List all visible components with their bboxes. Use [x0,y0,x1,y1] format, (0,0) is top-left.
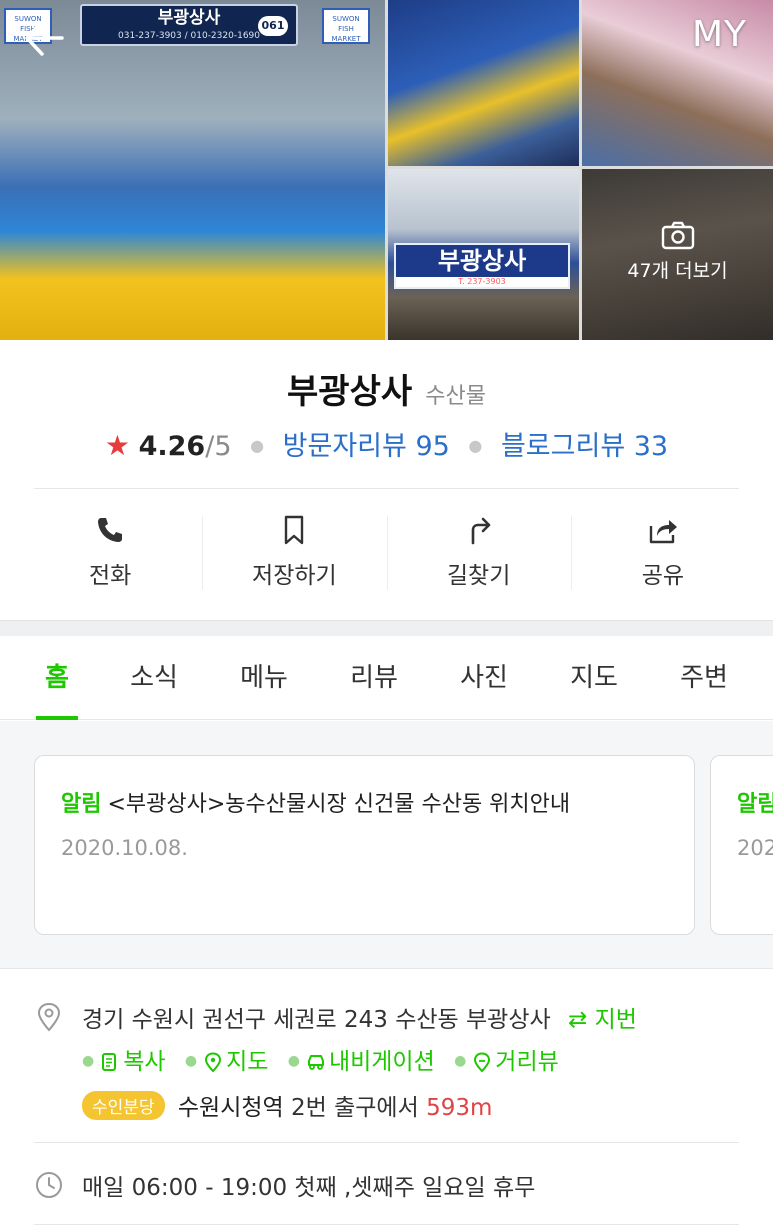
store-sign-number: 061 [258,16,288,36]
section-gap [0,620,773,636]
rating-max: /5 [205,431,232,462]
tab-reviews[interactable]: 리뷰 [346,636,402,720]
tab-news[interactable]: 소식 [126,636,182,720]
lot-address-toggle[interactable]: ⇄ 지번 [568,1007,637,1033]
address-links: ● 복사 ● 지도 ● 내비게이션 ● 거리뷰 [82,1042,571,1076]
notice-tag: 알림 [61,792,102,817]
place-stats: ★ 4.26/5 ● 방문자리뷰 95 ● 블로그리뷰 33 [0,424,773,463]
notice-carousel: 알림 <부광상사>농수산물시장 신건물 수산동 위치안내 2020.10.08. … [0,721,773,969]
navigation-button[interactable]: 내비게이션 [306,1049,435,1075]
visitor-reviews-link[interactable]: 방문자리뷰 95 [283,431,450,462]
subway-info: 수인분당 수원시청역 2번 출구에서 593m [82,1088,492,1122]
divider [34,1224,739,1225]
place-category: 수산물 [425,384,486,409]
photo-thumb[interactable] [388,0,579,166]
separator-dot: ● [82,1053,95,1069]
separator-dot: ● [454,1053,467,1069]
notice-title: 알림 <부광상사>농수산물시장 신건물 수산동 위치안내 [61,786,668,818]
tab-photos[interactable]: 사진 [456,636,512,720]
tab-nearby[interactable]: 주변 [676,636,732,720]
bookmark-icon [285,515,304,545]
address-text: 경기 수원시 권선구 세권로 243 수산동 부광상사 [82,1007,551,1033]
store-sign-2: 부광상사 T. 237-3903 [394,243,570,289]
tab-bar: 홈 소식 메뉴 리뷰 사진 지도 주변 [0,636,773,720]
street-view-label: 거리뷰 [495,1049,559,1075]
street-view-icon [474,1052,491,1073]
call-button[interactable]: 전화 [18,510,202,594]
subway-distance: 593m [426,1095,493,1121]
market-logo-right: SUWON FISH MARKET [322,8,370,44]
swap-icon: ⇄ [567,1007,588,1033]
separator-dot: ● [468,436,483,455]
separator-dot: ● [184,1053,198,1069]
save-button[interactable]: 저장하기 [202,510,386,594]
save-label: 저장하기 [252,563,337,589]
place-title: 부광상사 수산물 [0,364,773,413]
action-bar: 전화 저장하기 길찾기 공유 [18,510,755,594]
camera-icon [661,221,694,250]
location-pin-icon [37,1002,61,1032]
copy-icon [102,1053,117,1071]
subway-station: 수원시청역 [177,1095,284,1121]
copy-label: 복사 [123,1049,166,1075]
share-icon [649,520,677,544]
photo-gallery[interactable]: SUWON FISH MARKET 부광상사 031-237-3903 / 01… [0,0,773,340]
map-button[interactable]: 지도 [203,1049,268,1075]
blog-reviews-link[interactable]: 블로그리뷰 33 [501,431,668,462]
clock-icon [36,1172,62,1198]
call-label: 전화 [88,563,132,589]
phone-icon [98,518,123,542]
more-photos-button[interactable]: 47개 더보기 [582,220,773,283]
notice-card[interactable]: 알림 <부광상사>농수산물시장 신건물 수산동 위치안내 2020.10.08. [34,755,695,935]
divider [34,1142,739,1143]
share-label: 공유 [641,563,685,589]
copy-address-button[interactable]: 복사 [100,1049,166,1075]
back-arrow-icon[interactable] [22,16,66,60]
place-detail-page: SUWON FISH MARKET 부광상사 031-237-3903 / 01… [0,0,773,1232]
notice-title-text: <부광상사>농수산물시장 신건물 수산동 위치안내 [107,792,571,817]
lot-address-label: 지번 [594,1007,637,1033]
notice-date: 2020.10.08. [737,836,773,860]
store-sign-2-title: 부광상사 [437,247,527,275]
separator-dot: ● [287,1053,300,1069]
tab-menu[interactable]: 메뉴 [236,636,292,720]
notice-card-next[interactable]: 알림 2020.10.08. [710,755,773,935]
separator-dot: ● [250,436,265,455]
divider [34,488,739,489]
place-name: 부광상사 [287,372,413,412]
star-icon: ★ [104,429,130,462]
map-label: 지도 [226,1049,269,1075]
directions-label: 길찾기 [446,563,511,589]
tab-home[interactable]: 홈 [36,636,78,720]
street-view-button[interactable]: 거리뷰 [472,1049,559,1075]
directions-button[interactable]: 길찾기 [386,510,571,594]
car-icon [307,1055,324,1070]
address-line: 경기 수원시 권선구 세권로 243 수산동 부광상사 ⇄ 지번 [82,1000,637,1034]
subway-line-badge: 수인분당 [82,1091,165,1120]
notice-tag: 알림 [737,792,773,817]
hours-text: 매일 06:00 - 19:00 첫째 ,셋째주 일요일 휴무 [82,1175,536,1201]
business-hours[interactable]: 매일 06:00 - 19:00 첫째 ,셋째주 일요일 휴무 [34,1166,739,1206]
notice-date: 2020.10.08. [61,836,188,860]
map-pin-icon [205,1052,222,1073]
rating-value: 4.26 [138,431,206,462]
more-photos-label: 47개 더보기 [627,260,728,282]
store-sign-2-phone: T. 237-3903 [396,277,568,287]
navigation-label: 내비게이션 [328,1049,435,1075]
photo-thumb[interactable]: 부광상사 T. 237-3903 [388,169,579,340]
directions-icon [471,517,490,545]
subway-exit: 2번 출구에서 [291,1095,419,1121]
notice-title: 알림 [737,786,773,818]
my-button[interactable]: MY [692,14,747,55]
share-button[interactable]: 공유 [570,510,755,594]
tab-map[interactable]: 지도 [566,636,622,720]
